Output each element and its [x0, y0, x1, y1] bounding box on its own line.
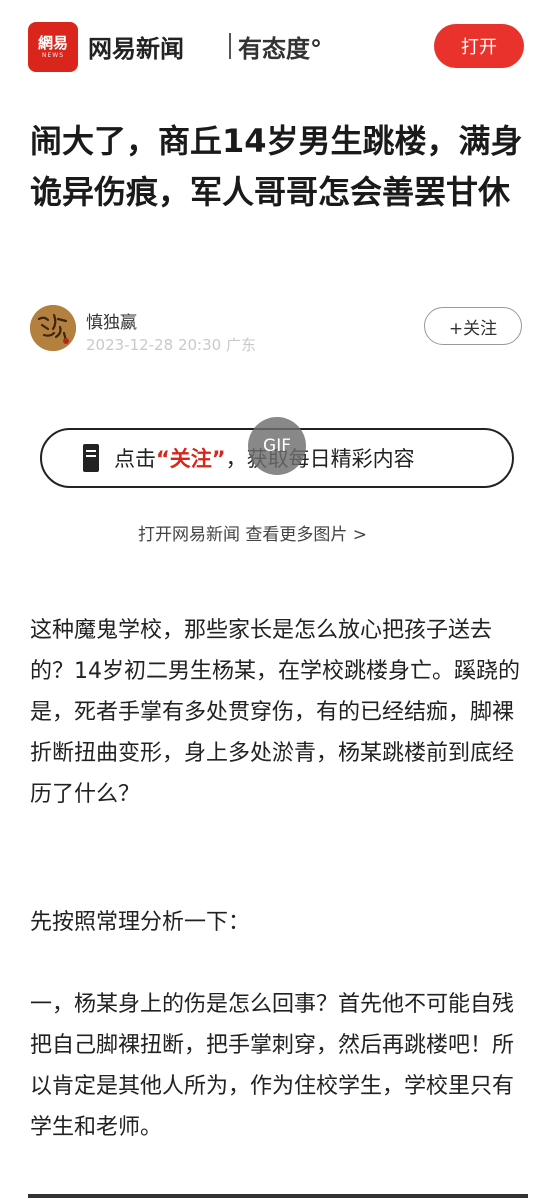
book-icon: [83, 444, 99, 472]
article-paragraph: 一，杨某身上的伤是怎么回事？首先他不可能自残把自己脚裸扭断，把手掌刺穿，然后再跳…: [30, 992, 515, 1140]
app-header: 網易 NEWS 网易新闻 有态度° 打开: [0, 0, 554, 92]
view-more-images-link[interactable]: 打开网易新闻 查看更多图片 >: [138, 520, 367, 545]
article-paragraph: 这种魔鬼学校，那些家长是怎么放心把孩子送去的？14岁初二男生杨某，在学校跳楼身亡…: [30, 618, 520, 807]
follow-button[interactable]: +关注: [424, 307, 522, 345]
gif-badge[interactable]: GIF: [248, 417, 306, 475]
brand-slogan: 有态度°: [238, 35, 322, 63]
logo-text: 網易: [37, 33, 68, 52]
publish-date: 2023-12-28 20:30: [86, 336, 222, 354]
calligraphy-avatar-icon: [30, 305, 76, 351]
brand-divider: [229, 33, 231, 59]
bottom-divider: [28, 1194, 528, 1198]
brand-name: 网易新闻: [88, 35, 184, 63]
netease-news-logo: 網易 NEWS: [28, 22, 78, 72]
logo-subtext: NEWS: [41, 51, 65, 59]
promo-follow-keyword: “关注”: [156, 447, 226, 471]
open-app-button[interactable]: 打开: [434, 24, 524, 68]
article-title: 闹大了，商丘14岁男生跳楼，满身诡异伤痕，军人哥哥怎会善罢甘休: [30, 122, 523, 211]
article-paragraph: 先按照常理分析一下：: [30, 910, 251, 935]
publish-meta: 2023-12-28 20:30 广东: [86, 334, 256, 355]
promo-text-before: 点击: [114, 447, 156, 471]
author-name[interactable]: 慎独嬴: [86, 308, 137, 333]
publish-location: 广东: [225, 336, 256, 354]
author-avatar[interactable]: [30, 305, 76, 351]
